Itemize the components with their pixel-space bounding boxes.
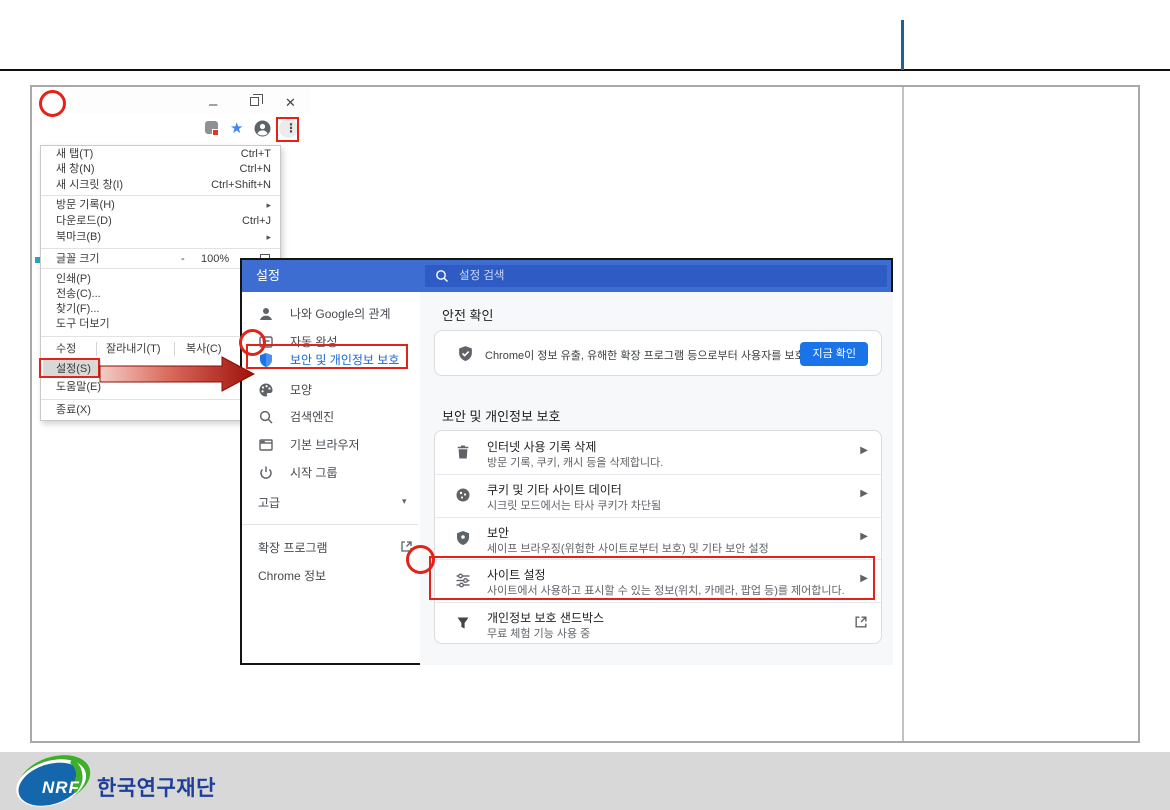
settings-search-box[interactable] [425,265,887,287]
edit-label: 수정 [56,341,76,357]
annotation-box-menu-icon [276,117,299,142]
row-security[interactable]: 보안 세이프 브라우징(위험한 사이트로부터 보호) 및 기타 보안 설정 ▶ [435,517,881,560]
menu-separator [41,195,280,196]
top-blue-tick [901,20,904,70]
menu-item-new-tab[interactable]: 새 탭(T)Ctrl+T [41,146,280,162]
chevron-right-icon: ▶ [860,445,868,456]
annotation-arrow [98,352,258,401]
safety-check-heading: 안전 확인 [442,305,493,324]
open-in-new-icon [854,615,868,634]
menu-item-incognito[interactable]: 새 시크릿 창(I)Ctrl+Shift+N [41,177,280,193]
sidebar-divider [242,524,418,525]
check-now-button[interactable]: 지금 확인 [800,342,868,366]
profile-icon[interactable] [254,120,271,142]
menu-item-new-window[interactable]: 새 창(N)Ctrl+N [41,161,280,177]
close-button[interactable]: ✕ [285,96,296,109]
safety-check-text: Chrome이 정보 유출, 유해한 확장 프로그램 등으로부터 사용자를 보호… [485,347,851,363]
submenu-arrow-icon: ▸ [266,197,271,213]
sidebar-item-about-chrome[interactable]: Chrome 정보 [250,567,420,585]
annotation-box-site-settings [429,556,875,600]
shield-icon [455,530,471,551]
person-icon [258,306,274,322]
zoom-out-control[interactable]: - [181,251,185,267]
row-cookies[interactable]: 쿠키 및 기타 사이트 데이터 시크릿 모드에서는 타사 쿠키가 차단됨 ▶ [435,474,881,517]
annotation-box-settings-item [39,358,100,378]
settings-title: 설정 [256,260,280,292]
chevron-right-icon: ▶ [860,531,868,542]
cookie-icon [455,487,471,508]
search-icon [435,269,449,283]
organization-name: 한국연구재단 [97,772,216,802]
settings-header: 설정 [242,260,891,292]
bookmark-star-icon[interactable]: ★ [230,119,243,137]
menu-item-downloads[interactable]: 다운로드(D)Ctrl+J [41,213,280,229]
chevron-right-icon: ▶ [860,488,868,499]
browser-icon [258,437,274,453]
magnifier-icon [258,409,274,425]
sidebar-item-search-engine[interactable]: 검색엔진 [250,408,420,426]
safety-check-card: Chrome이 정보 유출, 유해한 확장 프로그램 등으로부터 사용자를 보호… [434,330,882,376]
sidebar-item-extensions[interactable]: 확장 프로그램 [250,539,420,557]
minimize-button[interactable]: – [209,98,217,111]
submenu-arrow-icon: ▸ [266,229,271,245]
slide-page: – ✕ ★ ⋮ 새 탭(T)Ctrl+T 새 창(N)Ctrl+N 새 시크릿 … [0,0,1170,810]
sidebar-item-you-and-google[interactable]: 나와 Google의 관계 [250,305,420,323]
nrf-logo-text: NRF [42,778,80,798]
frame-column-divider [902,87,904,741]
flask-icon [455,615,471,636]
annotation-box-sidebar-item [246,344,408,369]
menu-item-history[interactable]: 방문 기록(H)▸ [41,197,280,213]
row-privacy-sandbox[interactable]: 개인정보 보호 샌드박스 무료 체험 기능 사용 중 [435,602,881,645]
row-clear-browsing-data[interactable]: 인터넷 사용 기록 삭제 방문 기록, 쿠키, 캐시 등을 삭제합니다. ▶ [435,431,881,474]
sidebar-item-advanced[interactable]: 고급 ▾ [250,494,420,512]
menu-separator [41,248,280,249]
sidebar-item-appearance[interactable]: 모양 [250,381,420,399]
annotation-circle-window [39,90,66,117]
extension-badge [212,129,219,136]
privacy-section-heading: 보안 및 개인정보 보호 [442,406,560,425]
top-horizontal-rule [0,69,1170,71]
shield-check-icon [457,345,474,367]
power-icon [258,465,274,481]
sidebar-item-startup[interactable]: 시작 그룹 [250,464,420,482]
palette-icon [258,382,274,398]
settings-panel: 설정 나와 Google의 관계 자동 완성 보안 및 개인정보 보호 모양 검… [240,258,893,665]
browser-titlebar [40,88,310,114]
privacy-card: 인터넷 사용 기록 삭제 방문 기록, 쿠키, 캐시 등을 삭제합니다. ▶ 쿠… [434,430,882,644]
search-input[interactable] [459,265,879,287]
sidebar-item-default-browser[interactable]: 기본 브라우저 [250,436,420,454]
menu-item-bookmarks[interactable]: 북마크(B)▸ [41,229,280,245]
trash-icon [455,444,471,465]
zoom-level: 100% [201,251,229,267]
chevron-down-icon: ▾ [402,496,407,507]
restore-button[interactable] [250,97,259,106]
